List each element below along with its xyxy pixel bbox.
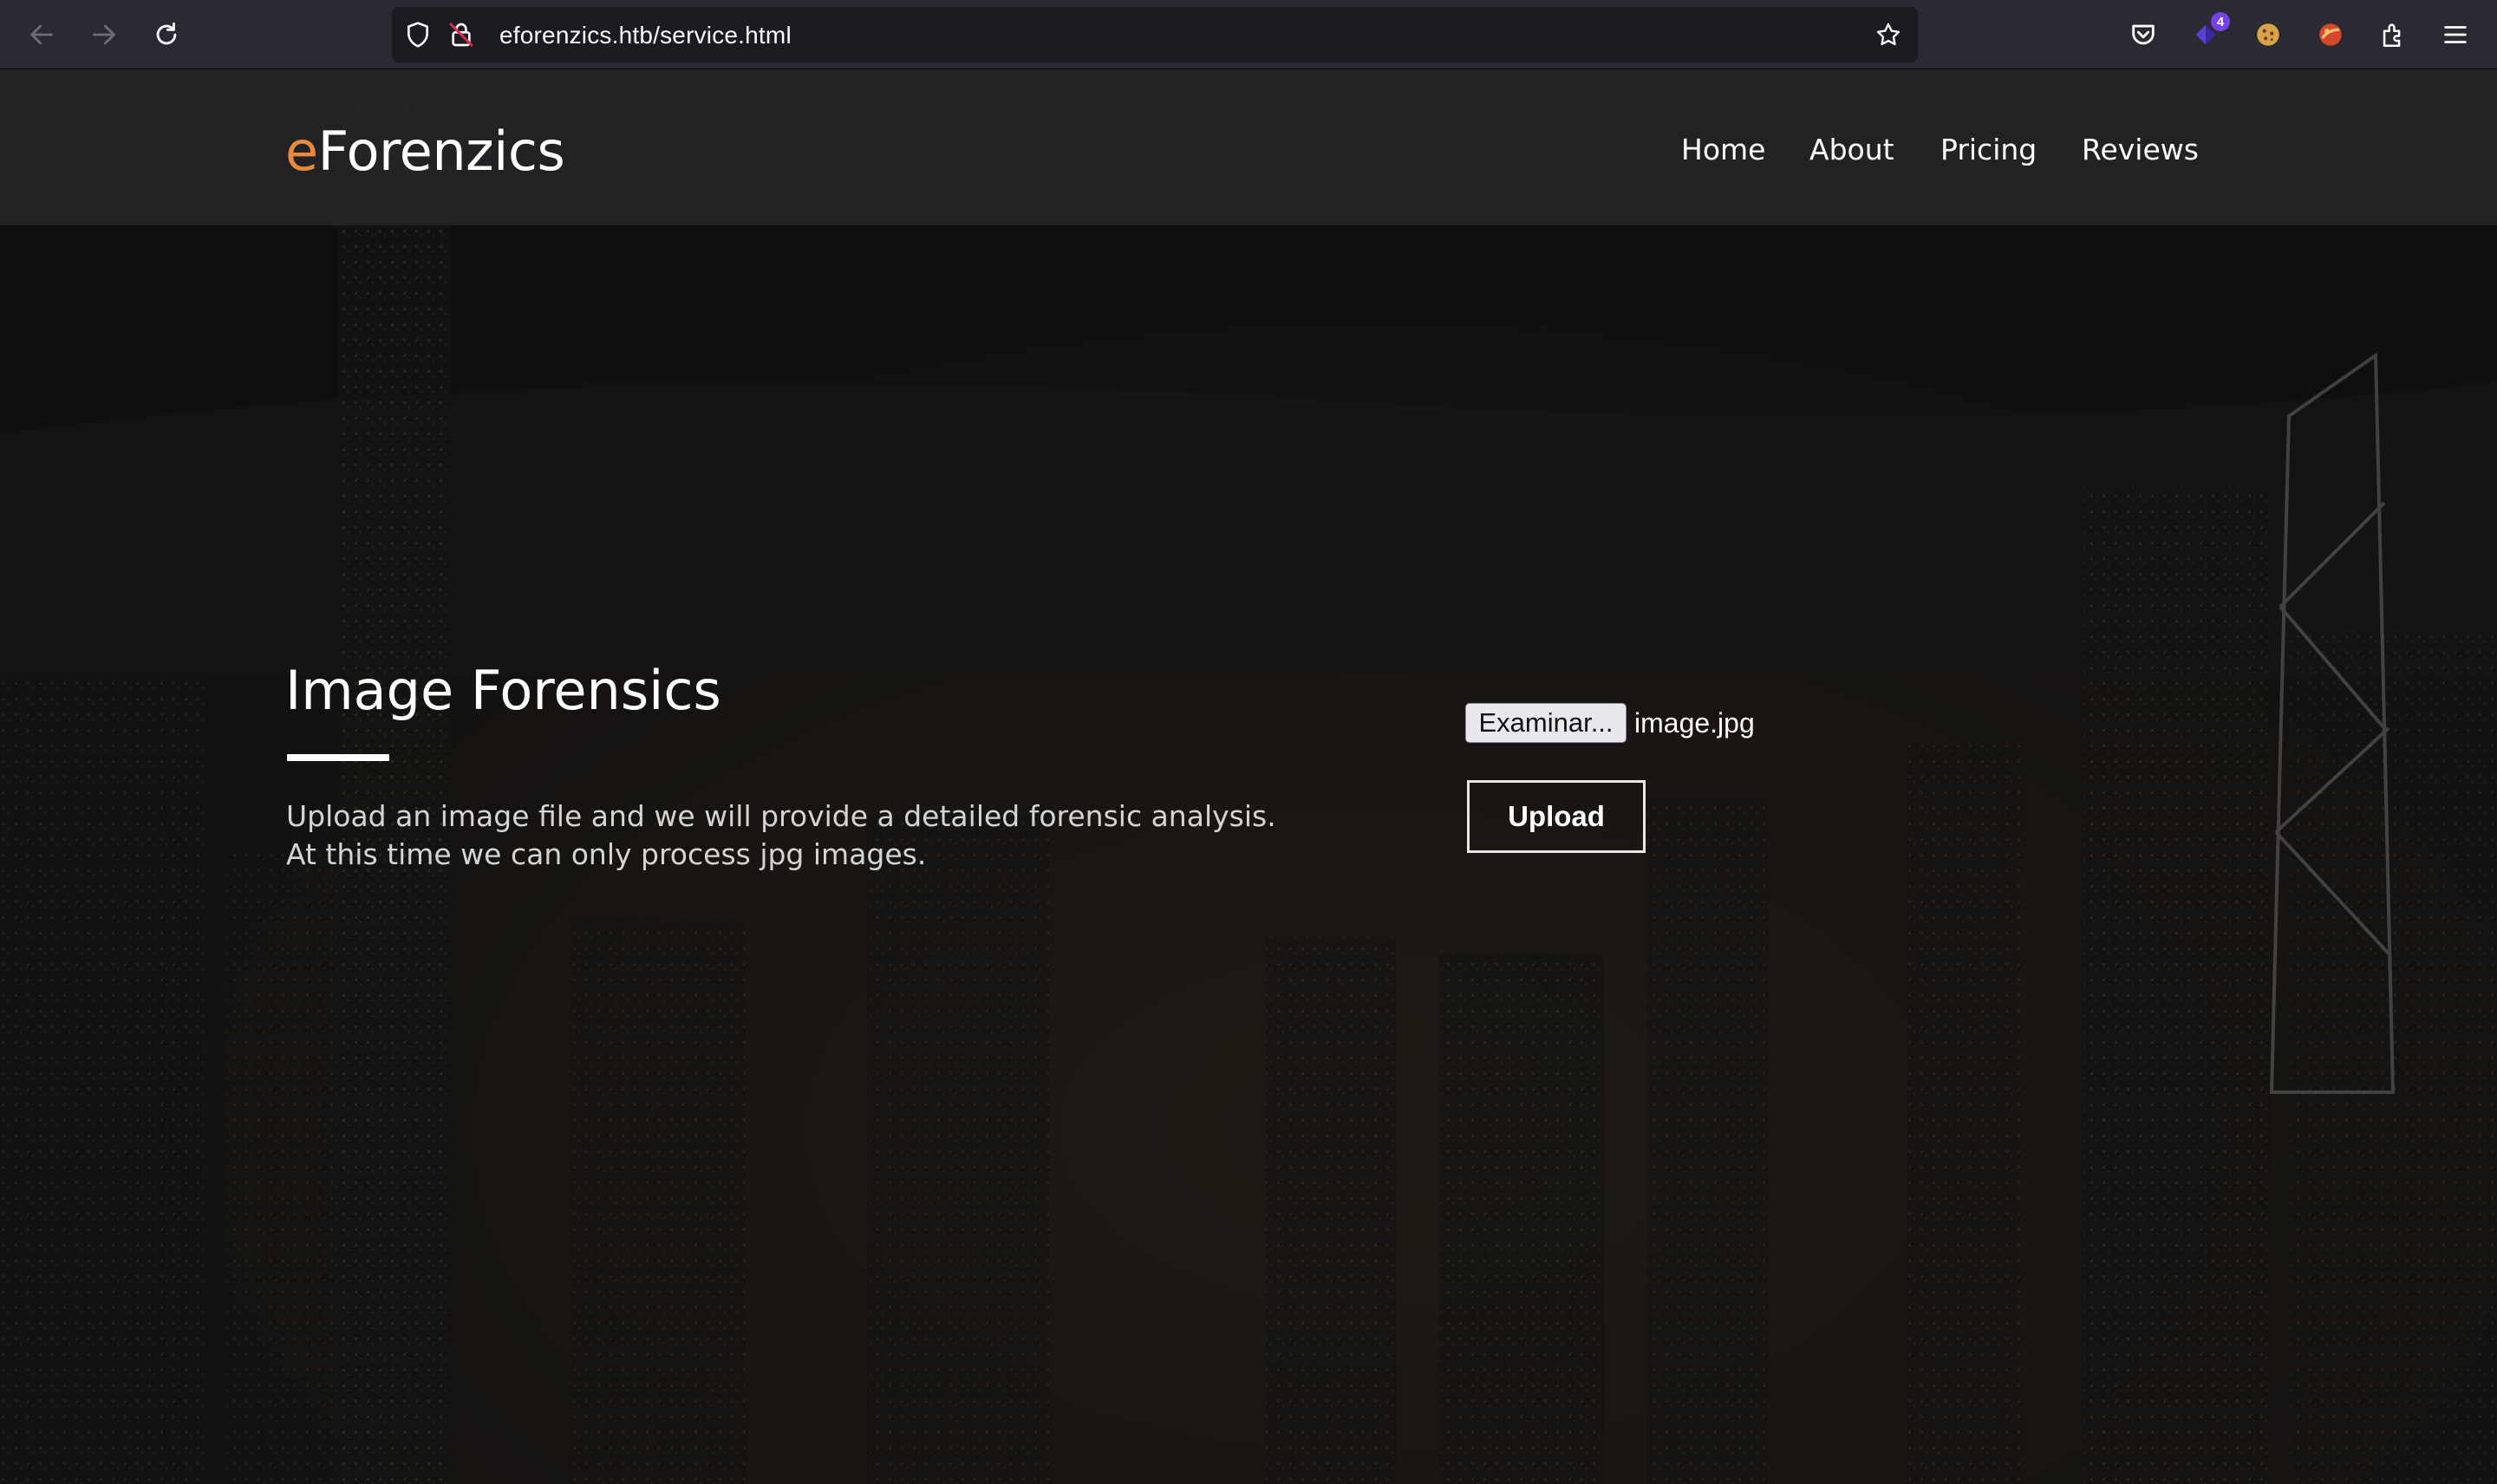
nav-reviews-link[interactable]: Reviews [2082,133,2199,166]
extension-icon[interactable] [2313,17,2348,52]
url-text[interactable]: eforenzics.htb/service.html [499,22,792,49]
title-underline [287,754,389,761]
page-title: Image Forensics [285,659,721,722]
selected-file-name: image.jpg [1634,707,1755,739]
file-browse-button[interactable]: Examinar... [1465,703,1627,743]
description-line: At this time we can only process jpg ima… [286,837,927,871]
city-night-background [0,69,2497,1484]
logo-accent: e [285,120,318,183]
upload-button[interactable]: Upload [1467,780,1646,853]
reload-icon[interactable] [147,16,186,54]
service-description: Upload an image file and we will provide… [286,797,1276,874]
lock-slash-icon[interactable] [447,21,475,49]
pocket-icon[interactable] [2126,17,2161,52]
description-line: Upload an image file and we will provide… [286,799,1276,833]
forward-icon[interactable] [85,16,123,54]
logo-text: Forenzics [317,120,565,183]
nav-home-link[interactable]: Home [1681,133,1765,166]
back-icon[interactable] [23,16,61,54]
site-logo[interactable]: eForenzics [285,120,565,183]
browser-toolbar: eforenzics.htb/service.html 4 [0,0,2497,69]
address-bar[interactable]: eforenzics.htb/service.html [392,7,1918,62]
nav-pricing-link[interactable]: Pricing [1940,133,2037,166]
nav-about-link[interactable]: About [1809,133,1894,166]
site-header: eForenzics Home About Pricing Reviews [0,69,2497,225]
menu-icon[interactable] [2438,17,2473,52]
extension-badge: 4 [2211,12,2230,31]
extension-icon[interactable]: 4 [2188,12,2230,52]
shield-icon[interactable] [404,21,432,49]
puzzle-icon[interactable] [2376,17,2410,52]
page-viewport: eForenzics Home About Pricing Reviews Im… [0,69,2497,1484]
star-icon[interactable] [1874,21,1902,49]
cookie-icon[interactable] [2251,17,2285,52]
